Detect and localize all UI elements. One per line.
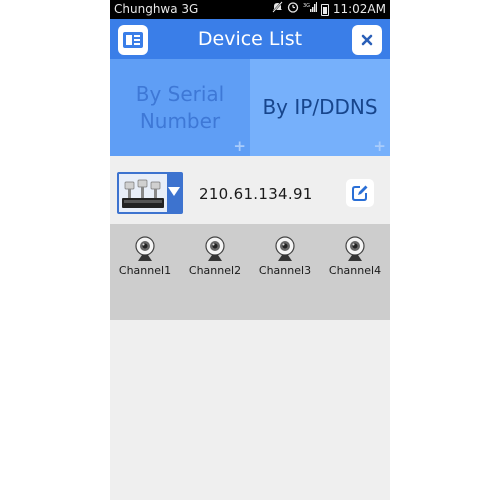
device-thumbnail[interactable]: [117, 172, 183, 214]
channel-label: Channel2: [188, 264, 242, 277]
page-title: Device List: [197, 28, 303, 50]
add-icon: +: [373, 137, 386, 155]
carrier-name: Chunghwa 3G: [114, 2, 199, 16]
add-icon: +: [233, 137, 246, 155]
svg-text:3G: 3G: [303, 3, 310, 9]
dvr-camera-icon: [119, 174, 167, 212]
channel-item[interactable]: Channel3: [250, 236, 320, 277]
channel-item[interactable]: Channel4: [320, 236, 390, 277]
close-button[interactable]: [352, 25, 382, 55]
channel-panel: Channel1 Channel2 Channel3 Channel4: [110, 224, 390, 320]
tab-by-ip-ddns[interactable]: By IP/DDNS +: [250, 59, 390, 156]
channel-item[interactable]: Channel1: [110, 236, 180, 277]
status-bar: Chunghwa 3G 3G 11:02AM: [110, 0, 390, 19]
status-icons: 3G 11:02AM: [272, 0, 386, 19]
channel-label: Channel4: [328, 264, 382, 277]
webcam-icon: [135, 236, 155, 261]
edit-icon: [352, 185, 368, 201]
tab-label-line2: Number: [139, 108, 221, 133]
app-header: Device List: [110, 19, 390, 59]
battery-icon: [320, 3, 329, 16]
alarm-icon: [287, 0, 299, 19]
dropdown-arrow-icon: [168, 187, 180, 196]
tab-label: By Serial Number: [136, 81, 225, 135]
webcam-icon: [275, 236, 295, 261]
channel-label: Channel3: [258, 264, 312, 277]
clock: 11:02AM: [332, 2, 386, 16]
device-list-icon: [123, 32, 143, 48]
webcam-icon: [205, 236, 225, 261]
close-icon: [361, 34, 373, 46]
signal-icon: 3G: [303, 0, 317, 19]
device-list-button[interactable]: [118, 25, 148, 55]
webcam-icon: [345, 236, 365, 261]
channel-item[interactable]: Channel2: [180, 236, 250, 277]
app-screen: Chunghwa 3G 3G 11:02AM Device List By Se…: [110, 0, 390, 500]
tab-label-line1: By Serial: [135, 81, 225, 106]
edit-device-button[interactable]: [346, 179, 374, 207]
mute-icon: [272, 0, 283, 19]
tab-by-serial-number[interactable]: By Serial Number +: [110, 59, 250, 156]
tab-label: By IP/DDNS: [262, 95, 378, 119]
add-device-tabs: By Serial Number + By IP/DDNS +: [110, 59, 390, 156]
device-address: 210.61.134.91: [199, 185, 313, 203]
channel-label: Channel1: [118, 264, 172, 277]
